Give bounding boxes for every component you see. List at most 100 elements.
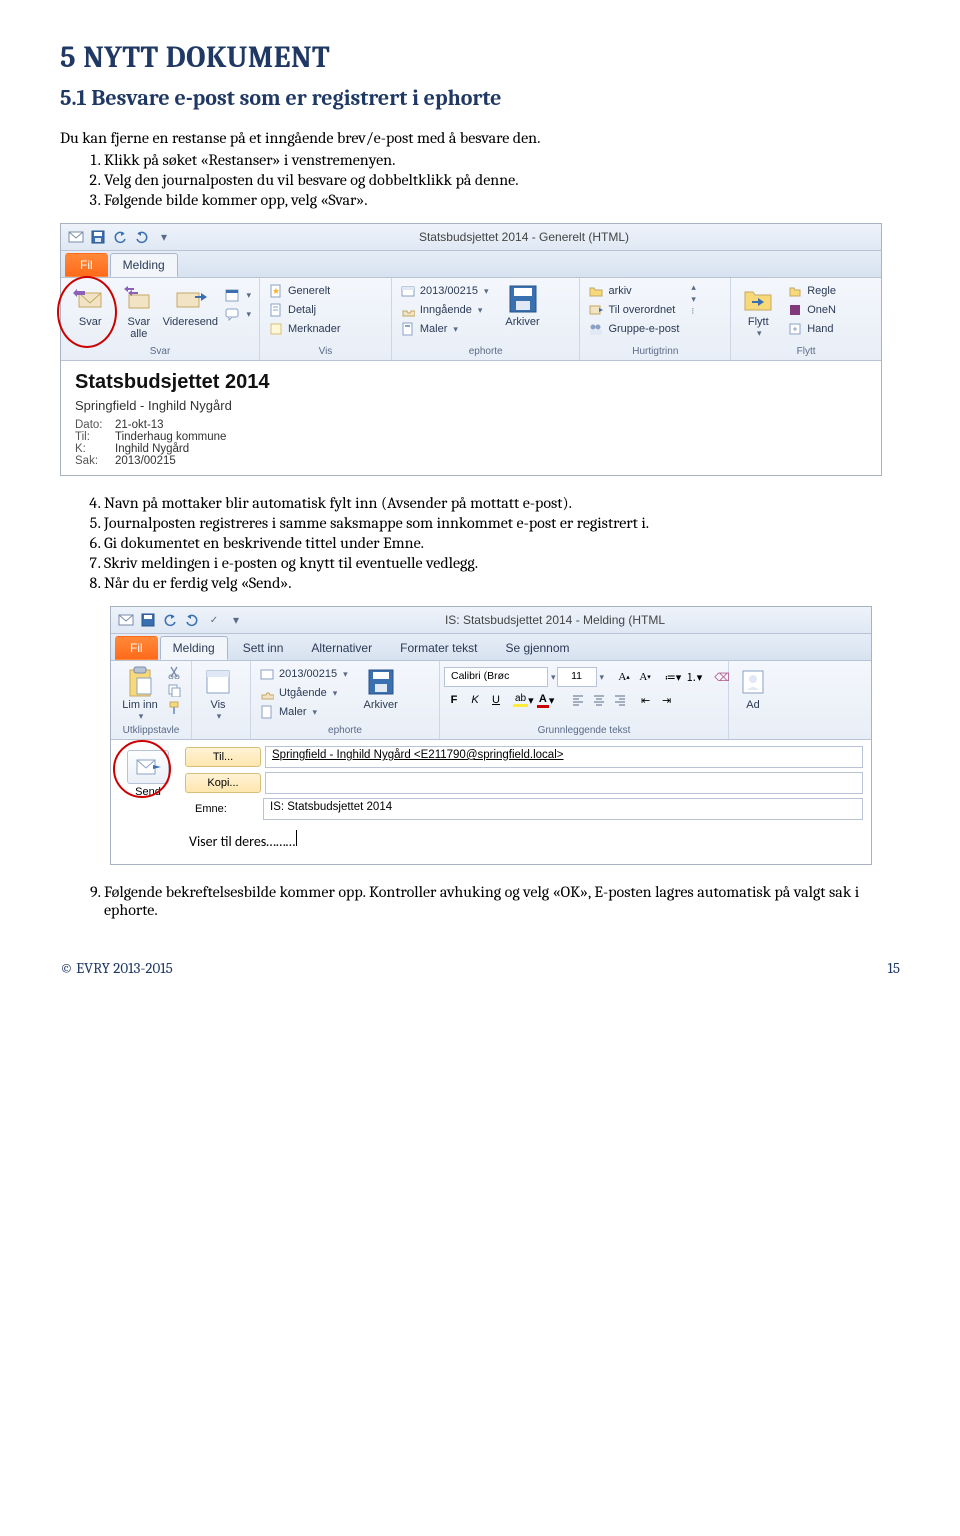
template-icon xyxy=(400,321,416,337)
gruppe-quick[interactable]: Gruppe-e-post xyxy=(584,320,683,338)
underline-button[interactable]: U xyxy=(486,690,506,710)
undo-icon[interactable] xyxy=(111,228,129,246)
ribbon-tabs: Fil Melding Sett inn Alternativer Format… xyxy=(111,634,871,661)
overflow-icon[interactable]: ⁝ xyxy=(689,306,696,317)
template-icon xyxy=(259,704,275,720)
group-label: Vis xyxy=(264,345,387,359)
font-color-icon[interactable]: A▾ xyxy=(536,690,556,710)
videresend-button[interactable]: Videresend xyxy=(162,280,218,328)
onenote-button[interactable]: OneN xyxy=(783,301,840,319)
redo-icon[interactable] xyxy=(133,228,151,246)
steps-list-b: Navn på mottaker blir automatisk fylt in… xyxy=(60,494,900,592)
bullets-icon[interactable]: ≔▾ xyxy=(663,667,683,687)
outbox-icon xyxy=(259,685,275,701)
tab-melding[interactable]: Melding xyxy=(110,253,178,277)
step-item: Journalposten registreres i samme saksma… xyxy=(104,514,900,532)
emne-label: Emne: xyxy=(185,800,259,818)
spell-icon[interactable]: ✓ xyxy=(205,611,223,629)
svar-alle-button[interactable]: Svar alle xyxy=(117,280,160,340)
kopi-field[interactable] xyxy=(265,772,863,794)
align-left-icon[interactable] xyxy=(568,690,588,710)
emne-field[interactable]: IS: Statsbudsjettet 2014 xyxy=(263,798,863,820)
overordnet-quick[interactable]: Til overordnet xyxy=(584,301,683,319)
arkiv-quick[interactable]: arkiv xyxy=(584,282,683,300)
numbering-icon[interactable]: ⒈▾ xyxy=(684,667,704,687)
font-size-select[interactable]: 11 xyxy=(557,667,597,687)
italic-button[interactable]: K xyxy=(465,690,485,710)
tab-fil[interactable]: Fil xyxy=(65,253,108,277)
tab-melding[interactable]: Melding xyxy=(160,636,228,660)
cut-icon[interactable] xyxy=(167,665,181,682)
maler-selector[interactable]: Maler▾ xyxy=(396,320,493,338)
tab-settinn[interactable]: Sett inn xyxy=(230,636,297,660)
addressbook-button[interactable]: Ad xyxy=(733,663,773,711)
tab-alternativer[interactable]: Alternativer xyxy=(298,636,385,660)
chevron-down-icon[interactable]: ▾ xyxy=(689,294,696,305)
handlinger-button[interactable]: Hand xyxy=(783,320,840,338)
mail-icon xyxy=(67,228,85,246)
page-footer: © EVRY 2013-2015 15 xyxy=(60,959,900,977)
page-number: 15 xyxy=(887,959,900,977)
copy-icon[interactable] xyxy=(167,683,181,700)
more-reply-button[interactable]: ▾ xyxy=(220,305,255,323)
til-field[interactable]: Springfield - Inghild Nygård <E211790@sp… xyxy=(265,746,863,768)
folder-icon xyxy=(588,283,604,299)
font-family-select[interactable]: Calibri (Brøc xyxy=(444,667,548,687)
calendar-icon xyxy=(224,287,240,303)
arkiver-button[interactable]: Arkiver xyxy=(495,280,551,328)
more-icon[interactable]: ▾ xyxy=(155,228,173,246)
tab-formater[interactable]: Formater tekst xyxy=(387,636,490,660)
group-label: Grunnleggende tekst xyxy=(444,724,724,738)
detalj-button[interactable]: Detalj xyxy=(264,301,345,319)
vis-button[interactable]: Vis▾ xyxy=(196,663,240,722)
generelt-button[interactable]: Generelt xyxy=(264,282,345,300)
move-folder-icon xyxy=(741,282,775,316)
save-icon[interactable] xyxy=(139,611,157,629)
group-label: ephorte xyxy=(255,724,435,738)
utg-selector[interactable]: Utgående▾ xyxy=(255,684,352,702)
redo-icon[interactable] xyxy=(183,611,201,629)
paste-icon xyxy=(123,665,157,699)
save-icon[interactable] xyxy=(89,228,107,246)
chevron-up-icon[interactable]: ▴ xyxy=(689,282,696,293)
intro-paragraph: Du kan fjerne en restanse på et inngåend… xyxy=(60,129,900,147)
arkiver-button[interactable]: Arkiver xyxy=(354,663,408,711)
send-icon xyxy=(135,757,161,777)
grow-font-icon[interactable]: A▴ xyxy=(614,667,634,687)
send-area: Send xyxy=(119,746,177,798)
til-button[interactable]: Til... xyxy=(185,747,261,767)
group-label: Hurtigtrinn xyxy=(584,345,726,359)
align-right-icon[interactable] xyxy=(610,690,630,710)
kopi-button[interactable]: Kopi... xyxy=(185,773,261,793)
lim-inn-button[interactable]: Lim inn▾ xyxy=(115,663,165,722)
group-label: ephorte xyxy=(396,345,576,359)
tab-fil[interactable]: Fil xyxy=(115,636,158,660)
note-icon xyxy=(268,321,284,337)
more-icon[interactable]: ▾ xyxy=(227,611,245,629)
tab-segjennom[interactable]: Se gjennom xyxy=(492,636,582,660)
svar-button[interactable]: Svar xyxy=(65,280,115,328)
step-item: Gi dokumentet en beskrivende tittel unde… xyxy=(104,534,900,552)
mail-icon xyxy=(117,611,135,629)
sak-selector[interactable]: 2013/00215▾ xyxy=(255,665,352,683)
ribbon: Svar Svar alle Videresend xyxy=(61,278,881,361)
regler-button[interactable]: Regle xyxy=(783,282,840,300)
message-editor[interactable]: Viser til deres……… xyxy=(185,830,863,850)
save-disk-icon xyxy=(506,282,540,316)
maler-selector[interactable]: Maler▾ xyxy=(255,703,352,721)
window-title: IS: Statsbudsjettet 2014 - Melding (HTML xyxy=(245,613,865,627)
indent-more-icon[interactable]: ⇥ xyxy=(657,690,677,710)
align-center-icon[interactable] xyxy=(589,690,609,710)
send-button[interactable] xyxy=(127,750,169,784)
bold-button[interactable]: F xyxy=(444,690,464,710)
meeting-button[interactable]: ▾ xyxy=(220,286,255,304)
highlight-icon[interactable]: ab▾ xyxy=(512,690,535,710)
sak-selector[interactable]: 2013/00215▾ xyxy=(396,282,493,300)
flytt-button[interactable]: Flytt▾ xyxy=(735,280,781,339)
format-painter-icon[interactable] xyxy=(167,701,181,718)
shrink-font-icon[interactable]: A▾ xyxy=(635,667,655,687)
merknader-button[interactable]: Merknader xyxy=(264,320,345,338)
indent-less-icon[interactable]: ⇤ xyxy=(636,690,656,710)
undo-icon[interactable] xyxy=(161,611,179,629)
inng-selector[interactable]: Inngående▾ xyxy=(396,301,493,319)
